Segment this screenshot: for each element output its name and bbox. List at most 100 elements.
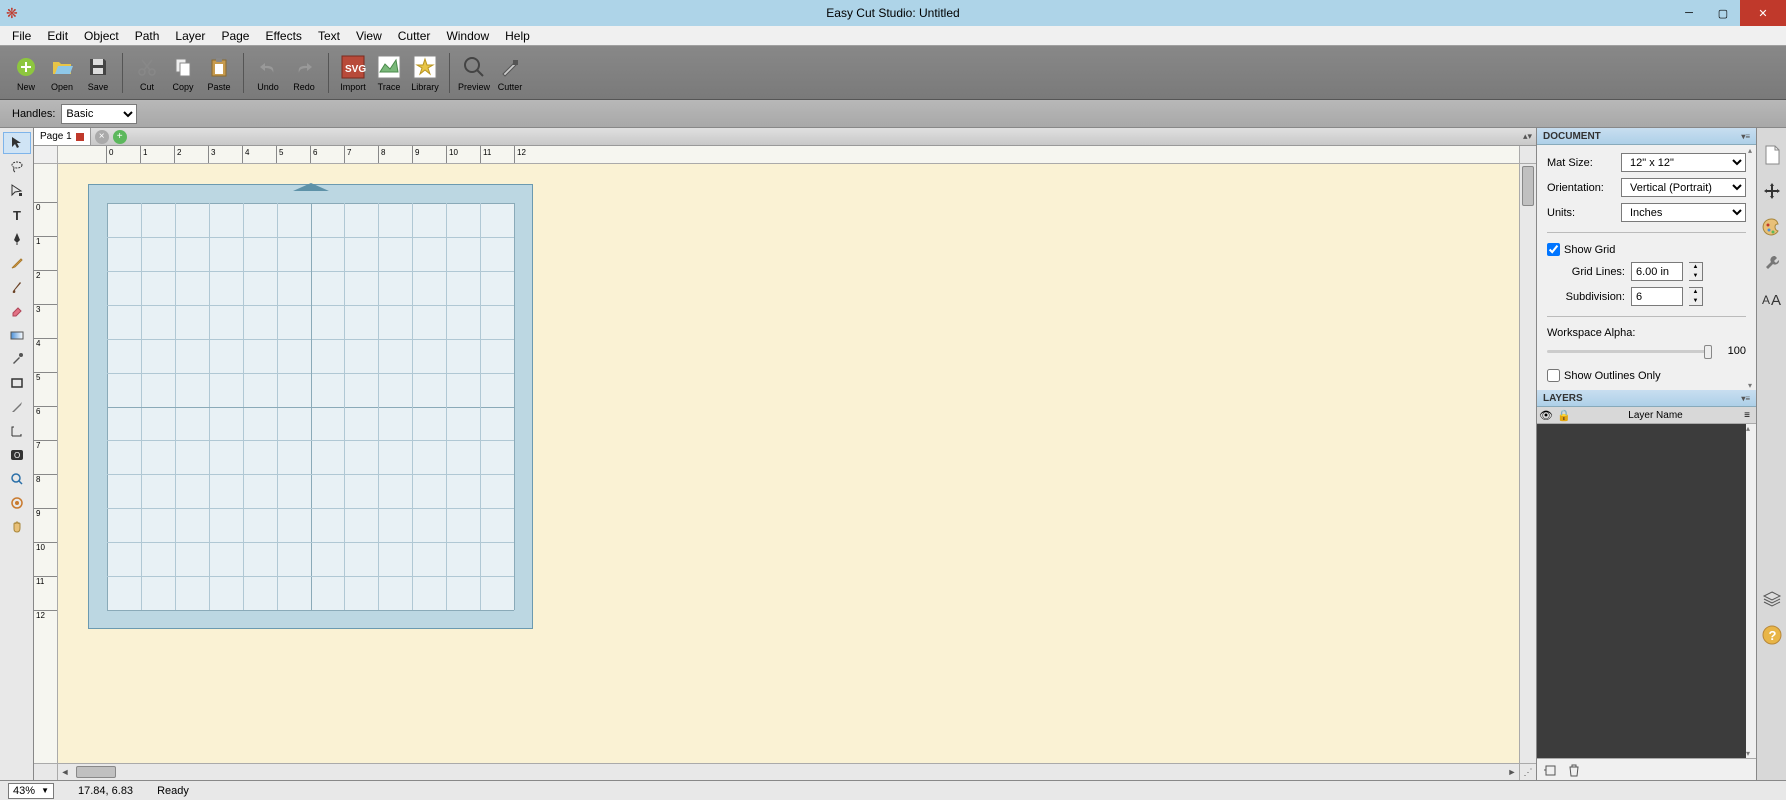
measure-tool[interactable]	[3, 420, 31, 442]
undo-icon	[254, 53, 282, 81]
wrench-tab-icon[interactable]	[1761, 252, 1783, 274]
cutter-icon	[496, 53, 524, 81]
subdivision-input[interactable]	[1631, 287, 1683, 306]
mat-size-select[interactable]: 12" x 12"	[1621, 153, 1746, 172]
menu-page[interactable]: Page	[213, 27, 257, 45]
page-color-icon	[76, 133, 84, 141]
page-tab-1[interactable]: Page 1	[34, 128, 91, 145]
page-add-button[interactable]: +	[113, 130, 127, 144]
document-tab-icon[interactable]	[1761, 144, 1783, 166]
show-outlines-label: Show Outlines Only	[1564, 370, 1661, 382]
page-close-button[interactable]: ×	[95, 130, 109, 144]
add-layer-button[interactable]	[1543, 763, 1557, 777]
window-title: Easy Cut Studio: Untitled	[826, 6, 959, 20]
hand-tool[interactable]	[3, 516, 31, 538]
main-toolbar: NewOpenSave CutCopyPaste UndoRedo SVGImport…	[0, 46, 1786, 100]
menu-edit[interactable]: Edit	[39, 27, 76, 45]
gridlines-label: Grid Lines:	[1547, 266, 1625, 278]
zoom-select[interactable]: 43% ▼	[8, 783, 54, 799]
gridlines-spinner[interactable]: ▲▼	[1689, 262, 1703, 281]
copy-button[interactable]: Copy	[165, 53, 201, 92]
move-tab-icon[interactable]	[1761, 180, 1783, 202]
show-grid-checkbox[interactable]	[1547, 243, 1560, 256]
paste-button[interactable]: Paste	[201, 53, 237, 92]
menu-object[interactable]: Object	[76, 27, 127, 45]
knife-tool[interactable]	[3, 396, 31, 418]
menu-cutter[interactable]: Cutter	[390, 27, 439, 45]
import-button[interactable]: SVGImport	[335, 53, 371, 92]
svg-text:T: T	[13, 208, 21, 222]
stencil-tool[interactable]: O	[3, 444, 31, 466]
copy-icon	[169, 53, 197, 81]
workspace-alpha-value: 100	[1718, 345, 1746, 357]
minimize-button[interactable]: ─	[1672, 0, 1706, 26]
palette-tab-icon[interactable]	[1761, 216, 1783, 238]
menu-text[interactable]: Text	[310, 27, 348, 45]
subdivision-spinner[interactable]: ▲▼	[1689, 287, 1703, 306]
menu-file[interactable]: File	[4, 27, 39, 45]
redo-button[interactable]: Redo	[286, 53, 322, 92]
svg-text:O: O	[14, 451, 20, 460]
eraser-tool[interactable]	[3, 300, 31, 322]
svg-text:?: ?	[1768, 628, 1776, 643]
cutter-button[interactable]: Cutter	[492, 53, 528, 92]
collapse-icon[interactable]: ▴▾	[1523, 131, 1532, 142]
new-button[interactable]: New	[8, 53, 44, 92]
units-select[interactable]: Inches	[1621, 203, 1746, 222]
preview-button[interactable]: Preview	[456, 53, 492, 92]
library-button[interactable]: Library	[407, 53, 443, 92]
cut-button[interactable]: Cut	[129, 53, 165, 92]
panel-menu-icon[interactable]: ▾≡	[1741, 132, 1750, 141]
open-button[interactable]: Open	[44, 53, 80, 92]
subdivision-label: Subdivision:	[1547, 291, 1625, 303]
brush-tool[interactable]	[3, 276, 31, 298]
layers-tab-icon[interactable]	[1761, 588, 1783, 610]
text-tool[interactable]: T	[3, 204, 31, 226]
vertical-ruler: 0123456789101112	[34, 164, 58, 763]
svg-text:SVG: SVG	[345, 64, 366, 75]
visibility-column-icon: 👁	[1537, 409, 1555, 422]
text-tab-icon[interactable]: AA	[1761, 288, 1783, 310]
layers-panel-header[interactable]: LAYERS ▾≡	[1537, 390, 1756, 407]
menu-view[interactable]: View	[348, 27, 390, 45]
lasso-tool[interactable]	[3, 156, 31, 178]
menu-help[interactable]: Help	[497, 27, 538, 45]
units-label: Units:	[1547, 207, 1615, 219]
canvas-area: Page 1 × + ▴▾ 0123456789101112 012345678…	[34, 128, 1536, 780]
eyedropper-tool[interactable]	[3, 348, 31, 370]
maximize-button[interactable]: ▢	[1706, 0, 1740, 26]
select-tool[interactable]	[3, 132, 31, 154]
delete-layer-button[interactable]	[1567, 763, 1581, 777]
menu-path[interactable]: Path	[127, 27, 168, 45]
orientation-select[interactable]: Vertical (Portrait)	[1621, 178, 1746, 197]
menu-layer[interactable]: Layer	[167, 27, 213, 45]
zoom-tool[interactable]	[3, 468, 31, 490]
handles-select[interactable]: Basic	[61, 104, 137, 124]
menu-effects[interactable]: Effects	[257, 27, 309, 45]
workspace-alpha-label: Workspace Alpha:	[1547, 327, 1746, 339]
layers-options-icon[interactable]: ≡	[1738, 410, 1756, 421]
save-button[interactable]: Save	[80, 53, 116, 92]
workspace-alpha-slider[interactable]	[1547, 350, 1712, 353]
show-outlines-checkbox[interactable]	[1547, 369, 1560, 382]
help-tab-icon[interactable]: ?	[1761, 624, 1783, 646]
layers-panel-menu-icon[interactable]: ▾≡	[1741, 394, 1750, 403]
gradient-tool[interactable]	[3, 324, 31, 346]
workspace[interactable]	[58, 164, 1519, 763]
vertical-scrollbar[interactable]	[1519, 164, 1536, 763]
crop-tool[interactable]	[3, 492, 31, 514]
horizontal-scrollbar[interactable]: ◄ ►	[58, 763, 1519, 780]
node-tool[interactable]	[3, 180, 31, 202]
trace-button[interactable]: Trace	[371, 53, 407, 92]
pen-tool[interactable]	[3, 228, 31, 250]
close-button[interactable]: ✕	[1740, 0, 1786, 26]
layers-list[interactable]	[1537, 424, 1746, 758]
shape-tool[interactable]	[3, 372, 31, 394]
pencil-tool[interactable]	[3, 252, 31, 274]
gridlines-input[interactable]	[1631, 262, 1683, 281]
svg-text:A: A	[1771, 292, 1781, 308]
menu-window[interactable]: Window	[438, 27, 497, 45]
document-panel-header[interactable]: DOCUMENT ▾≡	[1537, 128, 1756, 145]
undo-button[interactable]: Undo	[250, 53, 286, 92]
ruler-corner	[34, 146, 58, 164]
